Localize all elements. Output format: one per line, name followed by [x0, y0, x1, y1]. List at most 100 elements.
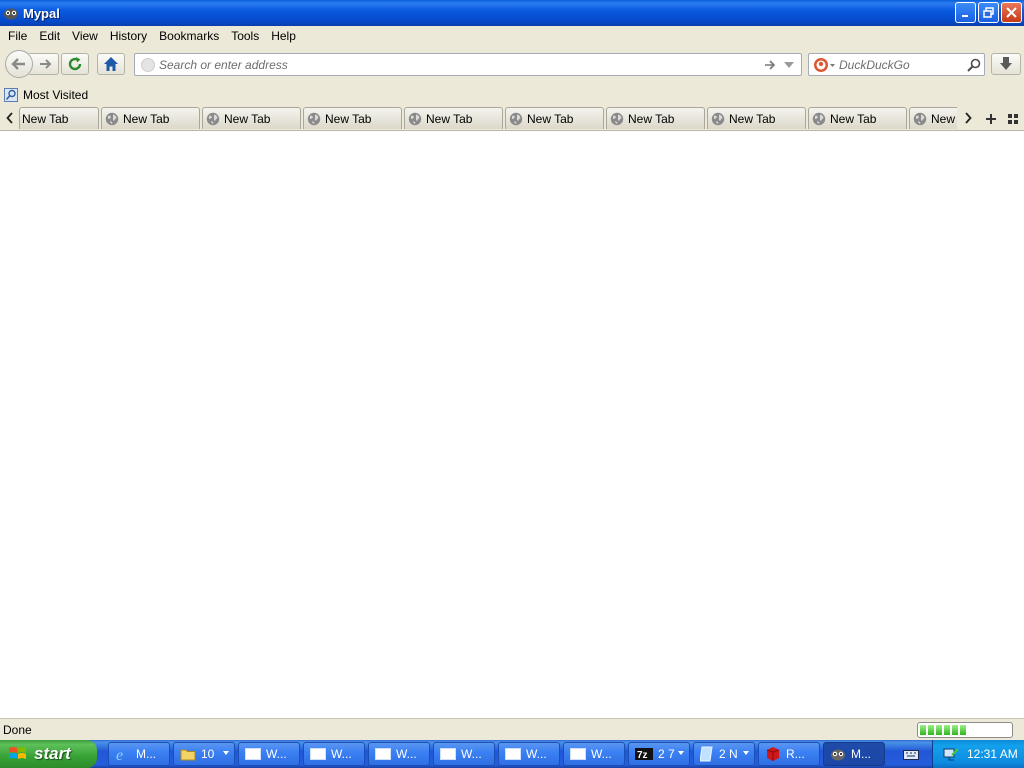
- taskbar-button-7zip[interactable]: 7z 2 7: [628, 742, 690, 766]
- tab-strip: New Tab New Tab New Tab New Tab New Tab …: [0, 105, 1024, 131]
- system-tray: 12:31 AM: [932, 740, 1024, 768]
- duckduckgo-engine-icon[interactable]: [811, 57, 839, 73]
- progress-bar: [917, 722, 1013, 738]
- window-icon: [505, 748, 521, 760]
- search-input[interactable]: [839, 57, 964, 72]
- globe-icon: [913, 112, 927, 125]
- ie-icon: e: [116, 747, 123, 762]
- taskbar-button-label: 2 7: [658, 747, 675, 761]
- taskbar-button-window[interactable]: W...: [238, 742, 300, 766]
- new-tab-button[interactable]: [980, 108, 1002, 130]
- tab[interactable]: New Tab: [404, 107, 503, 129]
- taskbar-button-label: 10: [201, 747, 215, 761]
- download-arrow-icon: [1000, 57, 1012, 70]
- menu-bar: File Edit View History Bookmarks Tools H…: [0, 26, 1024, 46]
- notepad-icon: [700, 746, 713, 762]
- tab[interactable]: New Tab: [808, 107, 907, 129]
- home-button[interactable]: [97, 53, 125, 75]
- status-text: Done: [3, 722, 32, 737]
- tab[interactable]: New Tab: [19, 107, 99, 129]
- close-button[interactable]: [1001, 2, 1022, 23]
- window-icon: [310, 748, 326, 760]
- network-icon[interactable]: [943, 746, 959, 762]
- window-title: Mypal: [23, 5, 60, 21]
- tab[interactable]: New Tab: [101, 107, 200, 129]
- reload-button[interactable]: [61, 53, 89, 75]
- taskbar-button-notepad[interactable]: 2 N: [693, 742, 755, 766]
- arrow-right-icon: [39, 59, 51, 69]
- start-button[interactable]: start: [0, 740, 97, 768]
- progress-segment: [944, 725, 950, 735]
- globe-icon: [711, 112, 725, 125]
- chevron-right-icon: [965, 112, 972, 124]
- progress-segment: [960, 725, 966, 735]
- tab[interactable]: New Tab: [707, 107, 806, 129]
- window-titlebar[interactable]: Mypal: [0, 0, 1024, 26]
- tab[interactable]: New Tab: [202, 107, 301, 129]
- bookmark-most-visited[interactable]: Most Visited: [4, 87, 88, 102]
- plus-icon: [986, 114, 996, 124]
- bookmarks-toolbar: Most Visited: [0, 84, 1024, 105]
- tab[interactable]: New: [909, 107, 957, 129]
- taskbar-button-window[interactable]: W...: [368, 742, 430, 766]
- grid-icon: [1008, 114, 1018, 124]
- window-icon: [440, 748, 456, 760]
- taskbar-button-label: R...: [786, 747, 805, 761]
- progress-segment: [952, 725, 958, 735]
- taskbar-button-mypal[interactable]: M...: [823, 742, 885, 766]
- page-content[interactable]: [0, 131, 1024, 718]
- menu-history[interactable]: History: [105, 29, 152, 43]
- back-button[interactable]: [5, 50, 33, 78]
- menu-bookmarks[interactable]: Bookmarks: [154, 29, 224, 43]
- globe-icon: [408, 112, 422, 125]
- scroll-tabs-right-button[interactable]: [959, 107, 977, 129]
- taskbar-button-label: W...: [461, 747, 482, 761]
- menu-edit[interactable]: Edit: [34, 29, 65, 43]
- scroll-tabs-left-button[interactable]: [1, 107, 19, 129]
- list-all-tabs-button[interactable]: [1004, 108, 1022, 130]
- history-dropdown-icon[interactable]: [781, 61, 797, 68]
- address-input[interactable]: [159, 57, 761, 72]
- 7zip-icon: 7z: [635, 748, 653, 760]
- taskbar-button-folder[interactable]: 10: [173, 742, 235, 766]
- taskbar-button-window[interactable]: W...: [433, 742, 495, 766]
- tab-title: New Tab: [729, 111, 776, 126]
- menu-file[interactable]: File: [3, 29, 32, 43]
- taskbar-button-ie[interactable]: e M...: [108, 742, 170, 766]
- tab-title: New Tab: [830, 111, 877, 126]
- globe-icon: [307, 112, 321, 125]
- tab[interactable]: New Tab: [606, 107, 705, 129]
- search-icon[interactable]: [964, 58, 984, 72]
- forward-button[interactable]: [29, 53, 59, 75]
- menu-view[interactable]: View: [67, 29, 103, 43]
- mypal-app-icon: [3, 5, 19, 21]
- menu-help[interactable]: Help: [266, 29, 301, 43]
- taskbar-button-window[interactable]: W...: [563, 742, 625, 766]
- svg-text:7z: 7z: [637, 750, 648, 760]
- taskbar-button-red-app[interactable]: R...: [758, 742, 820, 766]
- taskbar-button-label: W...: [591, 747, 612, 761]
- tab[interactable]: New Tab: [303, 107, 402, 129]
- tab-title: New: [931, 111, 956, 126]
- chevron-left-icon: [6, 112, 13, 124]
- tab[interactable]: New Tab: [505, 107, 604, 129]
- go-arrow-icon[interactable]: [761, 59, 779, 70]
- tab-title: New Tab: [628, 111, 675, 126]
- menu-tools[interactable]: Tools: [226, 29, 264, 43]
- progress-segment: [920, 725, 926, 735]
- restore-button[interactable]: [978, 2, 999, 23]
- taskbar-button-label: 2 N: [719, 747, 738, 761]
- taskbar-button-window[interactable]: W...: [303, 742, 365, 766]
- progress-segment: [936, 725, 942, 735]
- search-bar[interactable]: [808, 53, 985, 76]
- keyboard-layout-icon[interactable]: [903, 748, 919, 763]
- taskbar-button-window[interactable]: W...: [498, 742, 560, 766]
- window-icon: [375, 748, 391, 760]
- start-label: start: [34, 744, 71, 763]
- address-bar[interactable]: [134, 53, 802, 76]
- downloads-button[interactable]: [991, 53, 1021, 75]
- site-identity-icon[interactable]: [141, 57, 155, 72]
- clock[interactable]: 12:31 AM: [967, 747, 1018, 761]
- minimize-button[interactable]: [955, 2, 976, 23]
- taskbar-button-label: W...: [526, 747, 547, 761]
